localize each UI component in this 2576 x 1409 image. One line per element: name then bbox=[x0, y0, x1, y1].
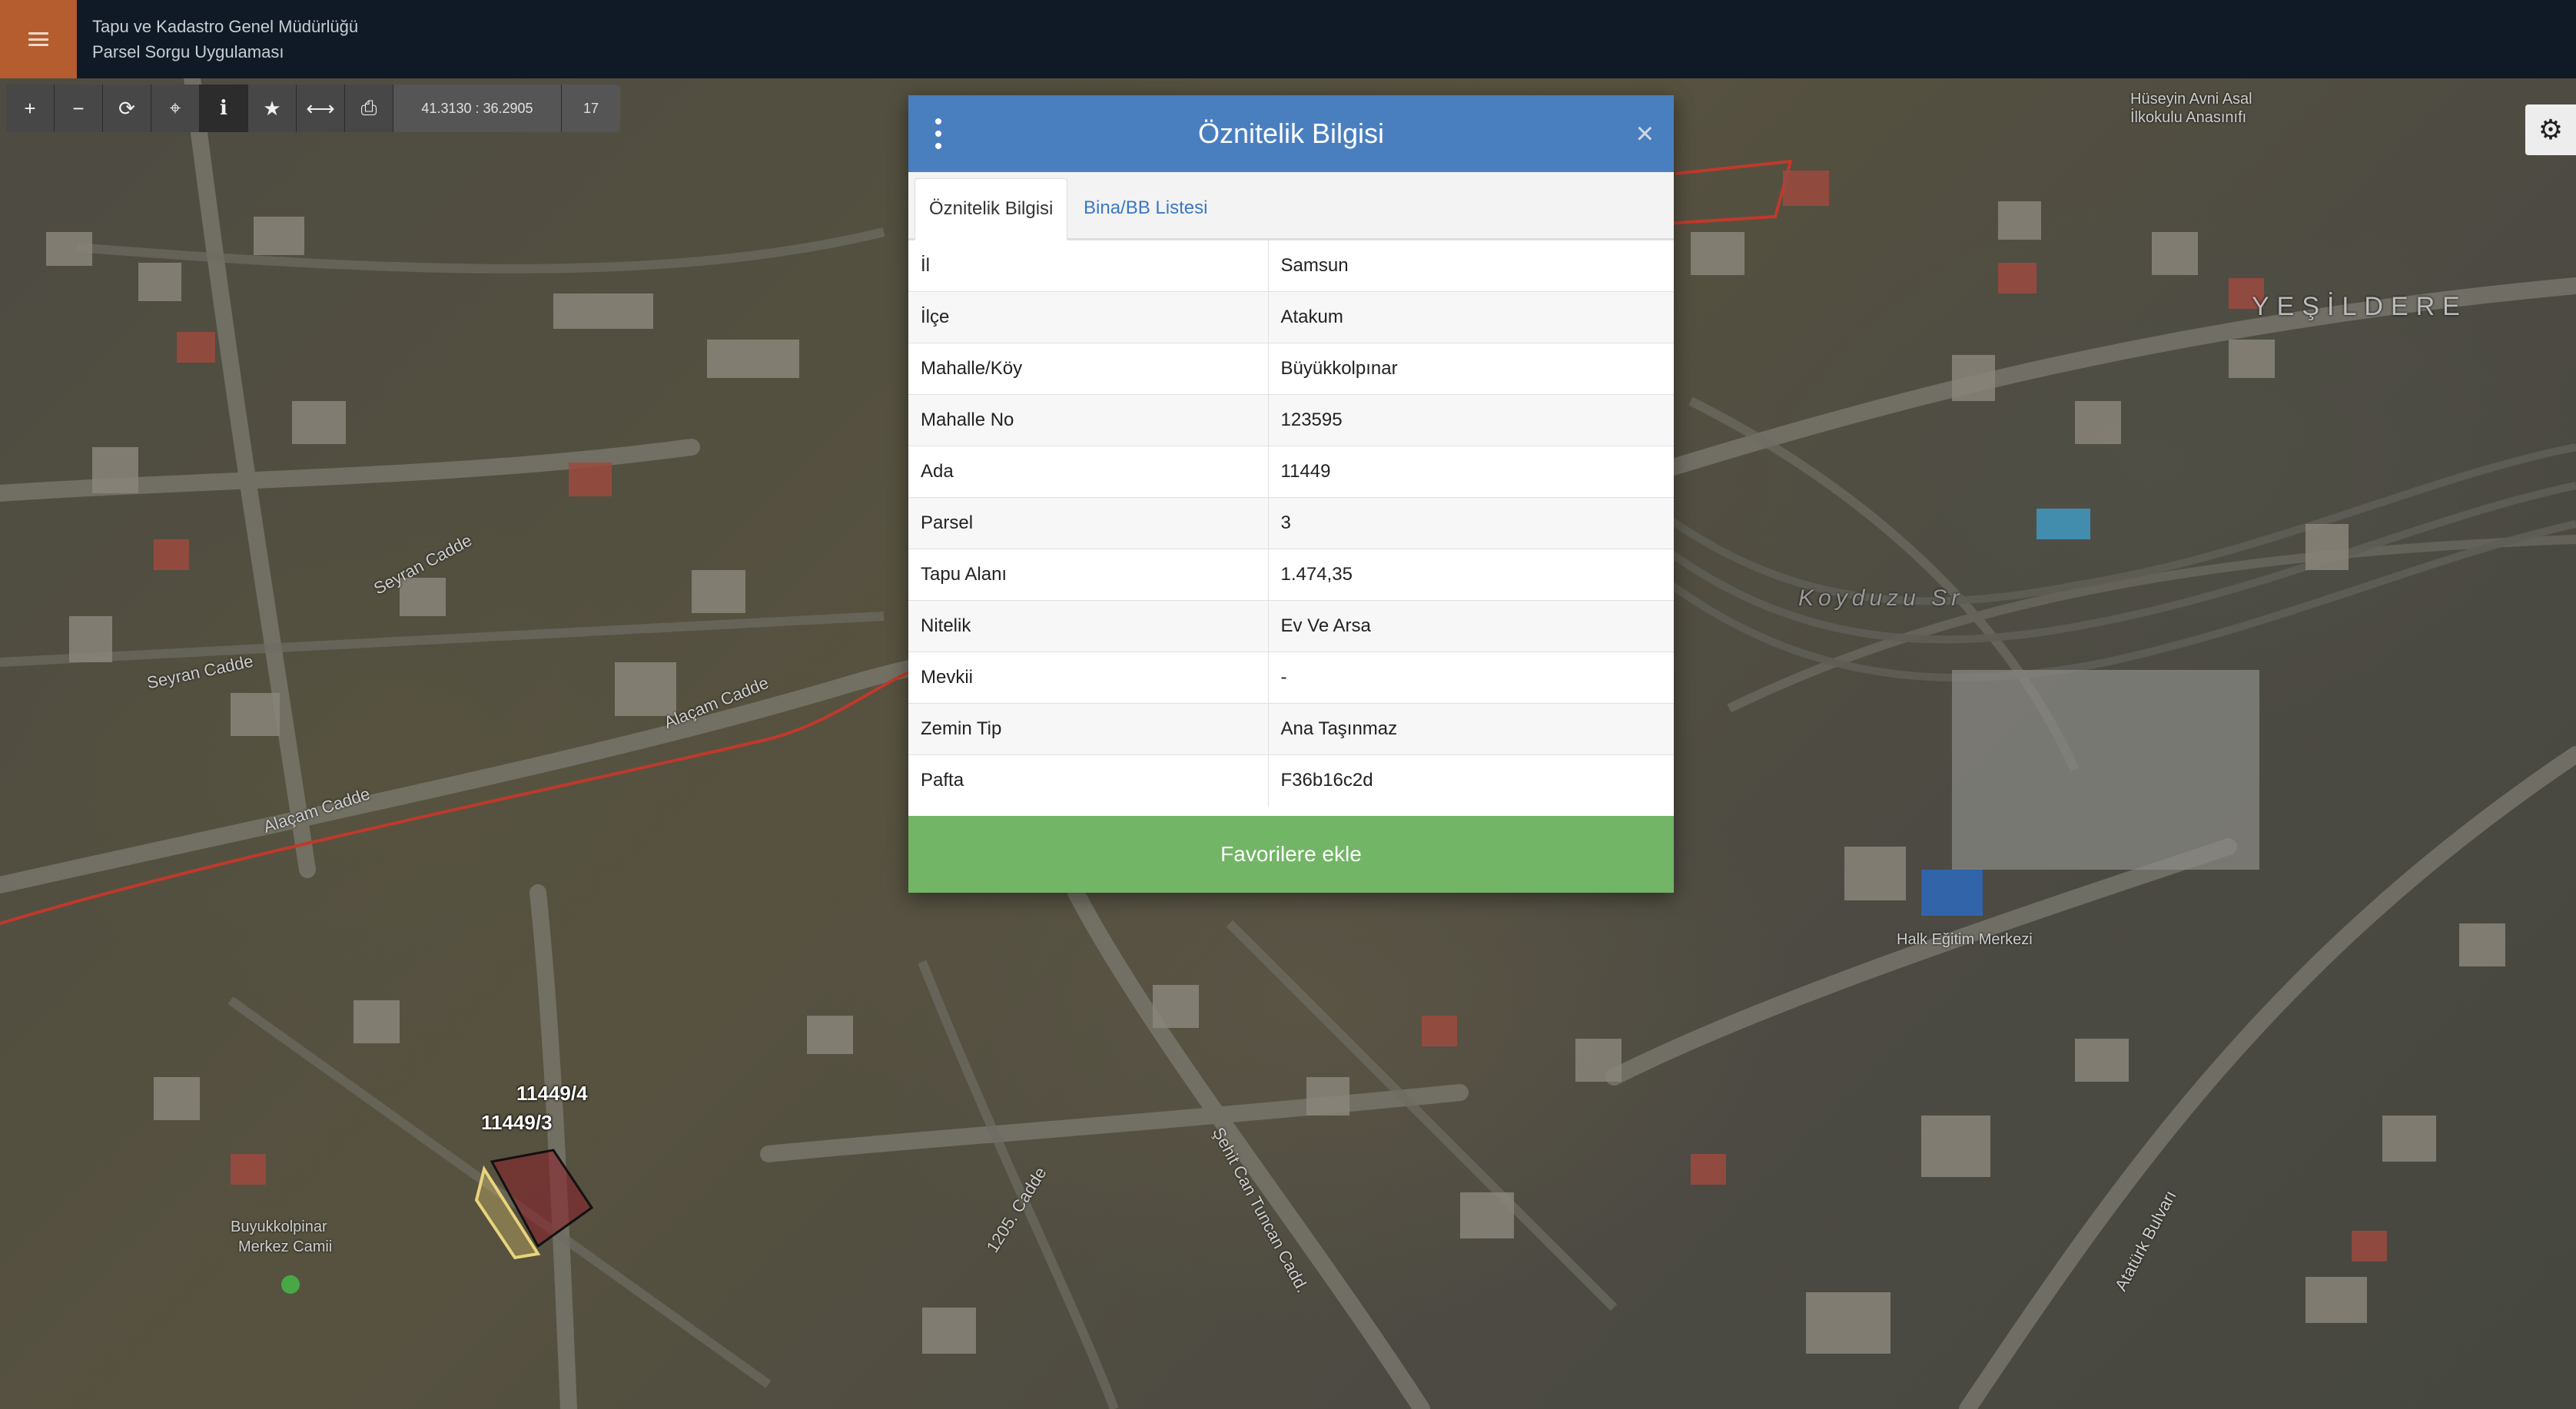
info-icon: i bbox=[220, 97, 227, 120]
app-header: Tapu ve Kadastro Genel Müdürlüğü Parsel … bbox=[0, 0, 2576, 78]
crosshair-icon: ⌖ bbox=[169, 96, 181, 119]
print-icon: ⎙ bbox=[360, 96, 377, 119]
table-row: Ada 11449 bbox=[908, 446, 1674, 498]
plus-icon: + bbox=[24, 96, 36, 120]
table-row: İl Samsun bbox=[908, 240, 1674, 292]
table-row: Mevkii - bbox=[908, 651, 1674, 704]
row-key: Mevkii bbox=[908, 651, 1269, 704]
row-value: 123595 bbox=[1268, 394, 1674, 446]
tab-attribute-info[interactable]: Öznitelik Bilgisi bbox=[915, 178, 1068, 240]
settings-button[interactable]: ⚙ bbox=[2525, 104, 2576, 155]
hamburger-icon bbox=[28, 32, 48, 46]
kebab-menu-icon[interactable] bbox=[934, 118, 942, 149]
table-row: Parsel 3 bbox=[908, 497, 1674, 549]
row-key: Mahalle/Köy bbox=[908, 343, 1269, 395]
map-toolbar: + − ⟳ ⌖ i ★ ⟷ ⎙ 41.3130 : 36.2905 17 bbox=[6, 85, 620, 132]
measure-button[interactable]: ⟷ bbox=[297, 85, 345, 132]
row-key: Pafta bbox=[908, 754, 1269, 807]
row-key: Nitelik bbox=[908, 600, 1269, 652]
map-place-label: Koyduzu Sr bbox=[1798, 585, 1964, 611]
row-value: Ev Ve Arsa bbox=[1268, 600, 1674, 652]
locate-button[interactable]: ⌖ bbox=[151, 85, 200, 132]
table-row: Zemin Tip Ana Taşınmaz bbox=[908, 703, 1674, 755]
row-key: Mahalle No bbox=[908, 394, 1269, 446]
row-value: - bbox=[1268, 651, 1674, 704]
row-key: Tapu Alanı bbox=[908, 549, 1269, 601]
zoom-in-button[interactable]: + bbox=[6, 85, 55, 132]
refresh-icon: ⟳ bbox=[118, 96, 135, 120]
map-place-label: Halk Eğitim Merkezi bbox=[1897, 931, 2033, 948]
tab-building-list[interactable]: Bina/BB Listesi bbox=[1070, 178, 1221, 238]
minus-icon: − bbox=[72, 96, 85, 120]
parcel-label: 11449/4 bbox=[516, 1082, 588, 1105]
refresh-button[interactable]: ⟳ bbox=[103, 85, 151, 132]
row-value: Büyükkolpınar bbox=[1268, 343, 1674, 395]
row-value: Samsun bbox=[1268, 240, 1674, 292]
attribute-table: İl Samsun İlçe Atakum Mahalle/Köy Büyükkolp… bbox=[908, 240, 1674, 807]
table-row: Tapu Alanı 1.474,35 bbox=[908, 549, 1674, 601]
close-icon[interactable]: × bbox=[1636, 115, 1654, 152]
table-row: Mahalle/Köy Büyükkolpınar bbox=[908, 343, 1674, 395]
gear-icon: ⚙ bbox=[2538, 114, 2564, 145]
map-place-label: YEŞİLDERE bbox=[2252, 292, 2468, 321]
row-key: Parsel bbox=[908, 497, 1269, 549]
favorites-button[interactable]: ★ bbox=[248, 85, 297, 132]
row-key: İl bbox=[908, 240, 1269, 292]
row-value: 3 bbox=[1268, 497, 1674, 549]
app-title: Tapu ve Kadastro Genel Müdürlüğü Parsel … bbox=[92, 14, 358, 65]
app-name: Parsel Sorgu Uygulaması bbox=[92, 42, 284, 61]
map-place-label: İlkokulu Anasınıfı bbox=[2130, 109, 2247, 126]
row-value: Ana Taşınmaz bbox=[1268, 703, 1674, 755]
star-icon: ★ bbox=[263, 96, 281, 120]
row-value: 1.474,35 bbox=[1268, 549, 1674, 601]
info-button[interactable]: i bbox=[200, 85, 248, 132]
row-key: İlçe bbox=[908, 291, 1269, 343]
add-to-favorites-button[interactable]: Favorilere ekle bbox=[908, 816, 1674, 893]
org-name: Tapu ve Kadastro Genel Müdürlüğü bbox=[92, 17, 359, 36]
row-value: 11449 bbox=[1268, 446, 1674, 498]
coordinate-readout: 41.3130 : 36.2905 bbox=[393, 85, 562, 132]
attribute-dialog: Öznitelik Bilgisi × Öznitelik Bilgisi Bi… bbox=[908, 95, 1674, 893]
row-value: Atakum bbox=[1268, 291, 1674, 343]
row-key: Zemin Tip bbox=[908, 703, 1269, 755]
table-row: Pafta F36b16c2d bbox=[908, 754, 1674, 807]
zoom-out-button[interactable]: − bbox=[55, 85, 103, 132]
dialog-tabs: Öznitelik Bilgisi Bina/BB Listesi bbox=[908, 172, 1674, 240]
table-row: İlçe Atakum bbox=[908, 291, 1674, 343]
table-row: Nitelik Ev Ve Arsa bbox=[908, 600, 1674, 652]
row-value: F36b16c2d bbox=[1268, 754, 1674, 807]
map-place-label: Buyukkolpinar bbox=[231, 1218, 327, 1235]
parcel-label: 11449/3 bbox=[481, 1111, 553, 1134]
dialog-header: Öznitelik Bilgisi × bbox=[908, 95, 1674, 172]
map-place-label: Merkez Camii bbox=[238, 1238, 333, 1255]
zoom-level-readout: 17 bbox=[562, 85, 620, 132]
measure-icon: ⟷ bbox=[306, 96, 335, 120]
dialog-title: Öznitelik Bilgisi bbox=[1197, 118, 1385, 149]
row-key: Ada bbox=[908, 446, 1269, 498]
print-button[interactable]: ⎙ bbox=[345, 85, 393, 132]
table-row: Mahalle No 123595 bbox=[908, 394, 1674, 446]
hamburger-menu-button[interactable] bbox=[0, 0, 77, 78]
map-place-label: Hüseyin Avni Asal bbox=[2130, 91, 2252, 108]
